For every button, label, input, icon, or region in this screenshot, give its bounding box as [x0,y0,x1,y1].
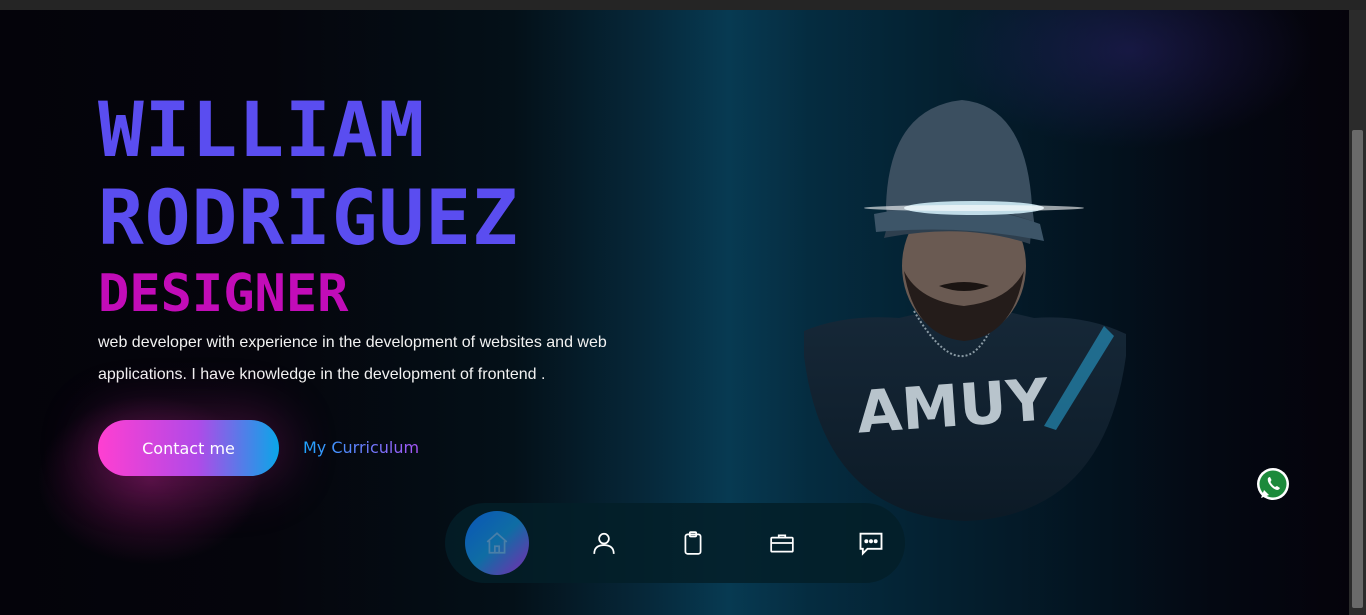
nav-resume[interactable] [661,511,725,575]
hero-bio: web developer with experience in the dev… [98,334,607,383]
chat-icon [859,532,883,556]
home-icon [486,532,508,554]
scrollbar[interactable] [1349,10,1366,615]
hero-section: WILLIAM RODRIGUEZ DESIGNER web developer… [0,10,1349,615]
scrollbar-thumb[interactable] [1352,130,1363,608]
whatsapp-icon[interactable] [1255,466,1291,502]
name-first: WILLIAM [98,85,426,174]
nav-home[interactable] [465,511,529,575]
briefcase-icon [770,534,794,553]
name-last: RODRIGUEZ [98,173,519,262]
user-icon [593,532,615,554]
bottom-nav [445,503,905,583]
profile-photo: AMUY [804,100,1126,521]
hero-role: DESIGNER [98,264,349,324]
browser-top-strip [0,0,1366,10]
my-curriculum-link[interactable]: My Curriculum [303,438,419,457]
contact-me-button[interactable]: Contact me [98,420,279,476]
hero-name: WILLIAM RODRIGUEZ [98,86,519,262]
clipboard-icon [684,531,702,555]
nav-about[interactable] [572,511,636,575]
svg-text:AMUY: AMUY [855,365,1052,446]
nav-contact[interactable] [839,511,903,575]
nav-portfolio[interactable] [750,511,814,575]
